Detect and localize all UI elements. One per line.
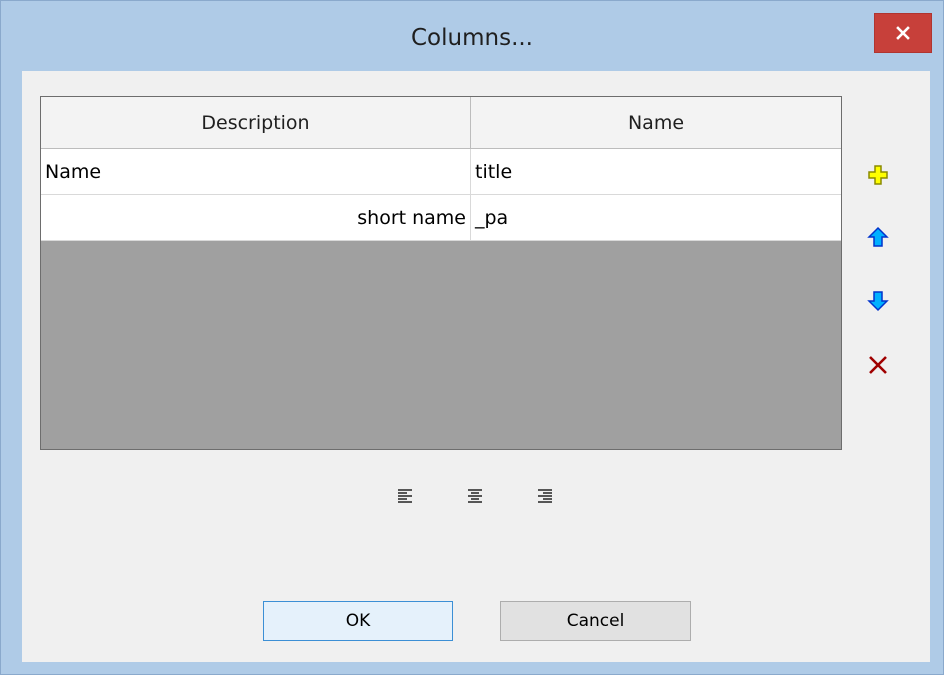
column-header-name[interactable]: Name — [471, 97, 841, 148]
columns-grid[interactable]: Description Name Name title short name _… — [40, 96, 842, 450]
cell-name[interactable]: title — [471, 149, 841, 194]
cancel-button[interactable]: Cancel — [500, 601, 691, 641]
move-up-icon — [867, 226, 889, 247]
delete-row-button[interactable] — [860, 347, 896, 383]
align-left-icon — [398, 489, 412, 503]
ok-button[interactable]: OK — [263, 601, 453, 641]
align-center-icon — [468, 489, 482, 503]
column-header-description[interactable]: Description — [41, 97, 471, 148]
table-row[interactable]: Name title — [41, 149, 841, 195]
align-left-button[interactable] — [392, 483, 418, 509]
align-right-icon — [538, 489, 552, 503]
close-icon — [896, 26, 910, 40]
delete-icon — [869, 356, 887, 374]
align-right-button[interactable] — [532, 483, 558, 509]
title-bar[interactable]: Columns... — [1, 1, 943, 71]
dialog-title: Columns... — [411, 25, 533, 51]
move-down-icon — [867, 291, 889, 312]
add-row-button[interactable] — [860, 157, 896, 193]
dialog-body: Description Name Name title short name _… — [22, 71, 930, 662]
move-up-button[interactable] — [860, 219, 896, 255]
table-row[interactable]: short name _pa — [41, 195, 841, 241]
close-button[interactable] — [874, 13, 932, 53]
cell-name[interactable]: _pa — [471, 195, 841, 240]
move-down-button[interactable] — [860, 283, 896, 319]
alignment-toolbar — [392, 483, 572, 513]
columns-dialog: Columns... Description Name Name title s… — [0, 0, 944, 675]
grid-header: Description Name — [41, 97, 841, 149]
align-center-button[interactable] — [462, 483, 488, 509]
cell-description[interactable]: short name — [41, 195, 471, 240]
cell-description[interactable]: Name — [41, 149, 471, 194]
add-icon — [868, 165, 888, 185]
